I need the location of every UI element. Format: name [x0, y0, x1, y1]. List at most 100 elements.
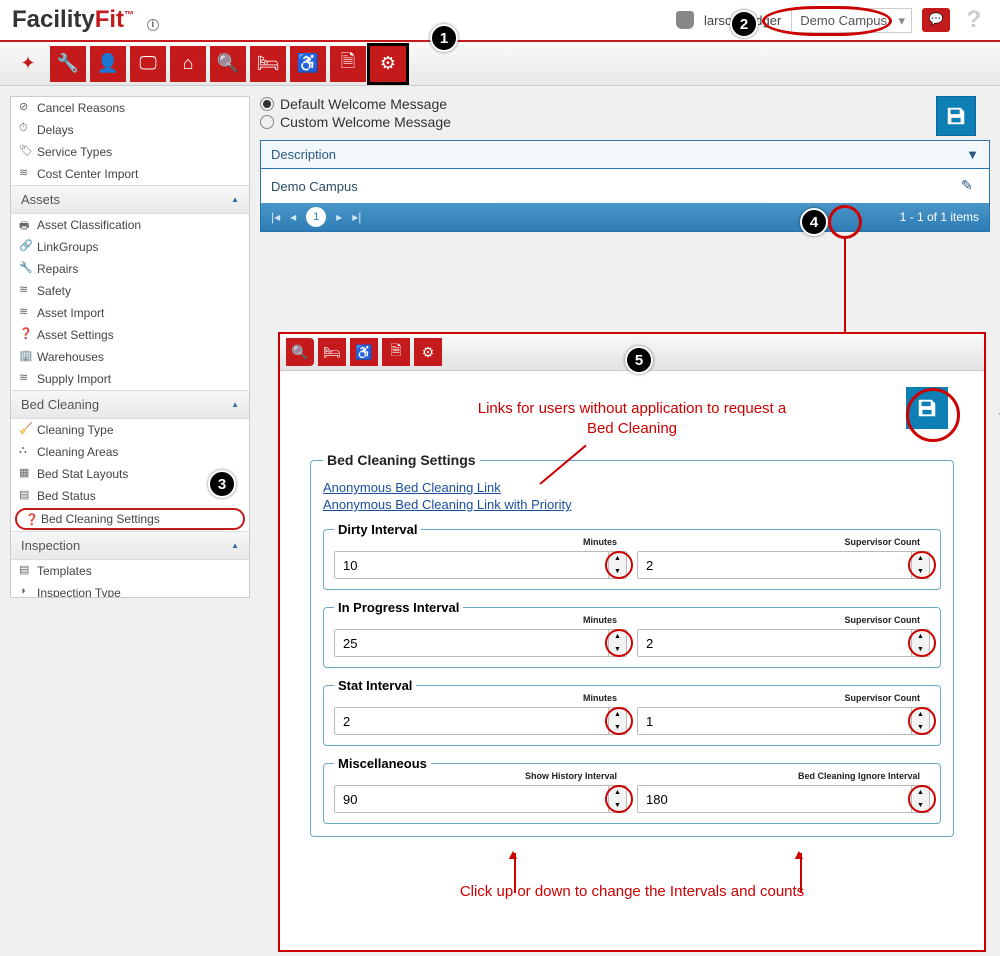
toolbar-btn-wrench[interactable]: 🔧: [50, 46, 86, 82]
toolbar-btn-0[interactable]: ✦: [10, 46, 46, 82]
stat-minutes-input[interactable]: [335, 708, 608, 734]
filter-icon[interactable]: ▼: [966, 147, 979, 162]
toolbar-btn-user[interactable]: 👤: [90, 46, 126, 82]
toolbar-btn-doc[interactable]: 🗎: [330, 46, 366, 82]
toolbar-btn-settings[interactable]: ⚙: [370, 46, 406, 82]
sidebar-item[interactable]: ❓Asset Settings: [11, 324, 249, 346]
link-anon-bed-cleaning-priority[interactable]: Anonymous Bed Cleaning Link with Priorit…: [323, 497, 941, 512]
inprog-minutes-input[interactable]: [335, 630, 608, 656]
campus-select[interactable]: Demo Campus: [791, 8, 912, 33]
spin-up[interactable]: ▲: [912, 630, 929, 643]
toolbar-btn-bed[interactable]: 🛏: [250, 46, 286, 82]
sidebar-item[interactable]: ▤ Templates: [11, 560, 249, 582]
sidebar-item[interactable]: ≋Asset Import: [11, 302, 249, 324]
spin-down[interactable]: ▼: [609, 721, 626, 734]
sidebar-item[interactable]: ⊘Cancel Reasons: [11, 97, 249, 119]
item-icon: ▤: [19, 563, 31, 575]
item-label: Asset Settings: [37, 328, 114, 342]
stat-supervisor-input[interactable]: [638, 708, 911, 734]
inset-btn-settings[interactable]: ⚙: [414, 338, 442, 366]
chevron-up-icon: ▲: [231, 400, 239, 409]
item-icon: ≋: [19, 283, 31, 295]
save-icon: [945, 105, 967, 127]
toolbar-btn-monitor[interactable]: 🖵: [130, 46, 166, 82]
spin-down[interactable]: ▼: [912, 721, 929, 734]
fieldset-legend: Bed Cleaning Settings: [323, 452, 480, 468]
spin-label: Show History Interval: [525, 771, 617, 781]
item-icon: 🖶: [19, 217, 31, 229]
inset-save-button[interactable]: [906, 387, 948, 429]
grid-row: Demo Campus ✎: [261, 169, 989, 203]
user-icon: [676, 11, 694, 29]
sidebar-item[interactable]: ◑Inspection Type: [11, 582, 249, 597]
sidebar-group-bedcleaning[interactable]: Bed Cleaning▲: [11, 390, 249, 419]
sidebar-item[interactable]: 🏷Service Types: [11, 141, 249, 163]
sidebar-item[interactable]: ≋Supply Import: [11, 368, 249, 390]
item-icon: ⛬: [19, 444, 31, 456]
pager-last[interactable]: ▸|: [352, 210, 361, 224]
help-button[interactable]: ?: [960, 6, 988, 34]
inset-btn-search[interactable]: 🔍: [286, 338, 314, 366]
spin-up[interactable]: ▲: [912, 786, 929, 799]
annotation-spinners: Click up or down to change the Intervals…: [310, 883, 954, 900]
radio-default-welcome[interactable]: Default Welcome Message: [260, 96, 930, 112]
spin-down[interactable]: ▼: [609, 643, 626, 656]
toolbar-btn-home[interactable]: ⌂: [170, 46, 206, 82]
spin-up[interactable]: ▲: [912, 552, 929, 565]
toolbar-btn-search[interactable]: 🔍: [210, 46, 246, 82]
logo-trademark: ™: [124, 10, 134, 21]
sidebar-item[interactable]: 🔧Repairs: [11, 258, 249, 280]
sidebar-item[interactable]: ▦Bed Stat Layouts: [11, 463, 249, 485]
save-button[interactable]: [936, 96, 976, 136]
fieldset-miscellaneous: Miscellaneous Show History Interval▲▼ Be…: [323, 756, 941, 824]
sidebar-group-assets[interactable]: Assets▲: [11, 185, 249, 214]
spin-label: Minutes: [583, 693, 617, 703]
spin-up[interactable]: ▲: [609, 708, 626, 721]
toolbar-btn-accessibility[interactable]: ♿: [290, 46, 326, 82]
sidebar-item[interactable]: 🖶Asset Classification: [11, 214, 249, 236]
spin-up[interactable]: ▲: [609, 552, 626, 565]
spin-label: Minutes: [583, 537, 617, 547]
inset-btn-accessibility[interactable]: ♿: [350, 338, 378, 366]
sidebar-item[interactable]: ▤Bed Status: [11, 485, 249, 507]
sidebar-item[interactable]: ⛬Cleaning Areas: [11, 441, 249, 463]
edit-button[interactable]: ✎: [961, 177, 979, 195]
inset-btn-doc[interactable]: 🗎: [382, 338, 410, 366]
spin-down[interactable]: ▼: [912, 799, 929, 812]
radio-custom-welcome[interactable]: Custom Welcome Message: [260, 114, 930, 130]
item-label: Templates: [37, 564, 92, 578]
pager-next[interactable]: ▸: [336, 210, 342, 224]
dirty-supervisor-input[interactable]: [638, 552, 911, 578]
sidebar-item[interactable]: ⏱Delays: [11, 119, 249, 141]
chat-button[interactable]: 💬: [922, 8, 950, 32]
info-icon[interactable]: i: [147, 19, 159, 31]
pager-prev[interactable]: ◂: [290, 210, 296, 224]
sidebar-item[interactable]: 🏢Warehouses: [11, 346, 249, 368]
sub-legend: Miscellaneous: [334, 756, 431, 771]
spin-down[interactable]: ▼: [609, 565, 626, 578]
spin-up[interactable]: ▲: [912, 708, 929, 721]
link-anon-bed-cleaning[interactable]: Anonymous Bed Cleaning Link: [323, 480, 941, 495]
pager-first[interactable]: |◂: [271, 210, 280, 224]
spin-up[interactable]: ▲: [609, 630, 626, 643]
sidebar-group-inspection[interactable]: Inspection▲: [11, 531, 249, 560]
spin-down[interactable]: ▼: [912, 643, 929, 656]
inset-btn-bed[interactable]: 🛏: [318, 338, 346, 366]
spin-label: Minutes: [583, 615, 617, 625]
inprog-supervisor-input[interactable]: [638, 630, 911, 656]
item-icon: 🏢: [19, 349, 31, 361]
dirty-minutes-input[interactable]: [335, 552, 608, 578]
fieldset-stat-interval: Stat Interval Minutes▲▼ Supervisor Count…: [323, 678, 941, 746]
sidebar-item[interactable]: ≋Cost Center Import: [11, 163, 249, 185]
spin-down[interactable]: ▼: [609, 799, 626, 812]
sidebar-item-bed-cleaning-settings[interactable]: ❓Bed Cleaning Settings: [15, 508, 245, 530]
item-icon: ⊘: [19, 100, 31, 112]
ignore-interval-input[interactable]: [638, 786, 911, 812]
sidebar-item[interactable]: ≋Safety: [11, 280, 249, 302]
spin-down[interactable]: ▼: [912, 565, 929, 578]
sub-legend: Stat Interval: [334, 678, 416, 693]
sidebar-item[interactable]: 🔗LinkGroups: [11, 236, 249, 258]
spin-up[interactable]: ▲: [609, 786, 626, 799]
sidebar-item[interactable]: 🧹Cleaning Type: [11, 419, 249, 441]
history-interval-input[interactable]: [335, 786, 608, 812]
